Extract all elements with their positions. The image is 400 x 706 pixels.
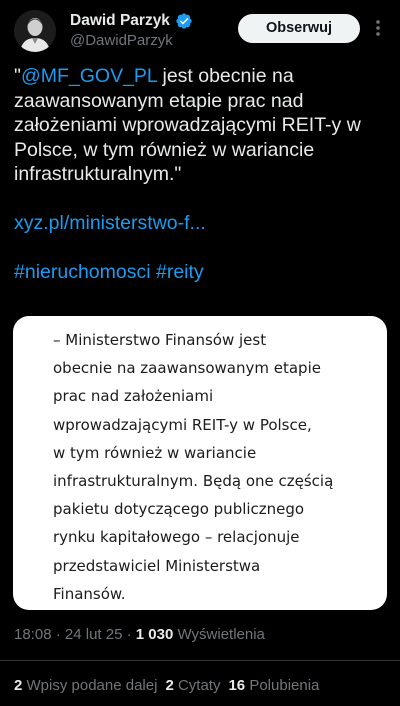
engagement-stats: 2 Wpisy podane dalej 2 Cytaty 16 Polubie… <box>14 677 327 694</box>
tweet-meta: 18:08 · 24 lut 25 · 1 030 Wyświetlenia <box>14 626 265 643</box>
reposts-count: 2 <box>14 677 23 694</box>
media-line: w tym również w wariancie <box>53 443 257 462</box>
media-line: pakietu dotyczącego publicznego <box>53 500 305 519</box>
author-name-row: Dawid Parzyk <box>70 12 193 30</box>
tweet-time[interactable]: 18:08 <box>14 626 52 643</box>
tweet-header: Dawid Parzyk @DawidParzyk Obserwuj <box>0 0 400 60</box>
tweet-detail: Dawid Parzyk @DawidParzyk Obserwuj "@MF_… <box>0 0 400 706</box>
tweet-date[interactable]: 24 lut 25 <box>65 626 123 643</box>
hashtags: #nieruchomosci #reity <box>14 260 386 285</box>
tweet-quote-paragraph: "@MF_GOV_PL jest obecnie na zaawansowany… <box>14 64 386 187</box>
quotes-label: Cytaty <box>177 677 221 694</box>
views-label: Wyświetlenia <box>177 626 265 643</box>
views-count: 1 030 <box>135 626 174 643</box>
author-handle[interactable]: @DawidParzyk <box>70 32 173 49</box>
media-line: rynku kapitałowego – relacjonuje <box>53 528 300 547</box>
divider <box>0 660 400 661</box>
likes-label: Polubienia <box>249 677 320 694</box>
tweet-text: "@MF_GOV_PL jest obecnie na zaawansowany… <box>14 64 386 285</box>
media-line: infrastrukturalnym. Będą one częścią <box>53 472 334 491</box>
quote-mark: " <box>14 65 21 87</box>
avatar[interactable] <box>14 10 56 52</box>
hashtag-link[interactable]: #nieruchomosci <box>14 261 151 283</box>
reposts-label: Wpisy podane dalej <box>26 677 158 694</box>
media-line: – Ministerstwo Finansów jest <box>53 331 267 349</box>
more-options-icon[interactable] <box>370 18 386 38</box>
reposts-stat[interactable]: 2 Wpisy podane dalej <box>14 677 157 694</box>
mention-link[interactable]: @MF_GOV_PL <box>21 65 157 87</box>
quotes-stat[interactable]: 2 Cytaty <box>165 677 220 694</box>
quotes-count: 2 <box>165 677 174 694</box>
media-line: wprowadzającymi REIT-y w Polsce, <box>53 415 312 434</box>
media-line: obecnie na zaawansowanym etapie <box>53 359 321 378</box>
media-line: przedstawiciel Ministerstwa <box>53 556 261 575</box>
meta-separator: · <box>51 626 65 643</box>
tweet-media-image[interactable]: – Ministerstwo Finansów jest obecnie na … <box>13 316 387 610</box>
avatar-image <box>14 10 56 52</box>
external-link[interactable]: xyz.pl/ministerstwo-f... <box>14 212 206 234</box>
author-display-name[interactable]: Dawid Parzyk <box>70 12 170 30</box>
media-quote-text: – Ministerstwo Finansów jest obecnie na … <box>53 326 379 608</box>
media-line: prac nad założeniami <box>53 387 214 406</box>
hashtag-link[interactable]: #reity <box>156 261 204 283</box>
verified-badge-icon <box>176 13 192 29</box>
likes-count: 16 <box>228 677 246 694</box>
follow-button[interactable]: Obserwuj <box>238 14 360 43</box>
likes-stat[interactable]: 16 Polubienia <box>228 677 319 694</box>
media-line: Finansów. <box>53 584 126 603</box>
meta-separator: · <box>122 626 136 643</box>
